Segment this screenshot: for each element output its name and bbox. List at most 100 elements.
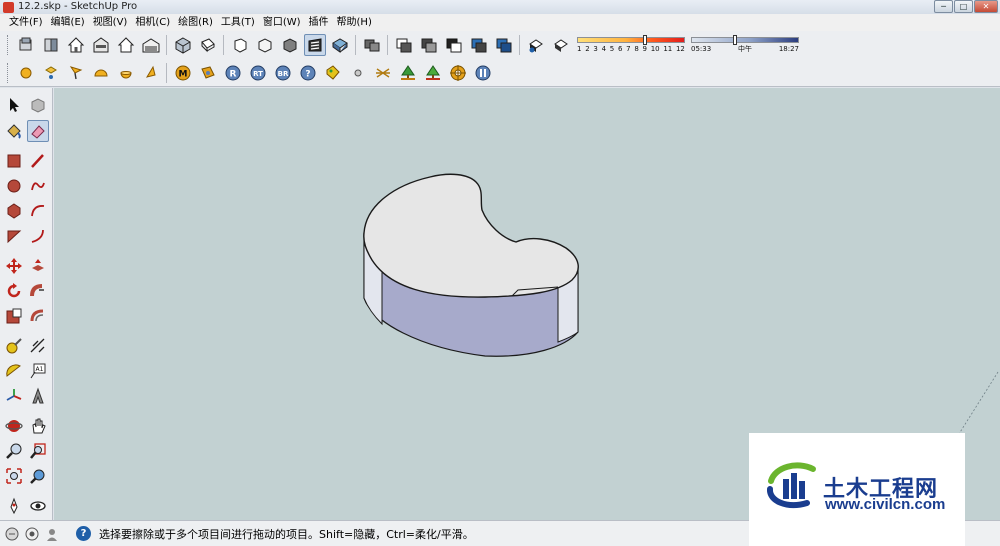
move-tool-icon[interactable] — [3, 255, 25, 277]
line-tool-icon[interactable] — [27, 150, 49, 172]
dot-icon[interactable] — [347, 62, 369, 84]
text-tool-icon[interactable]: A1 — [27, 360, 49, 382]
tree-2-icon[interactable] — [422, 62, 444, 84]
toolbar-grip[interactable] — [7, 35, 10, 55]
share-model-icon[interactable] — [40, 34, 62, 56]
half-sphere-icon[interactable] — [115, 62, 137, 84]
br-plugin-icon[interactable]: BR — [272, 62, 294, 84]
menu-view[interactable]: 视图(V) — [89, 14, 132, 31]
offset-tool-icon[interactable] — [27, 305, 49, 327]
sphere-icon[interactable] — [15, 62, 37, 84]
help-plugin-icon[interactable]: ? — [297, 62, 319, 84]
3d-text-tool-icon[interactable] — [27, 385, 49, 407]
shadows-icon[interactable] — [525, 34, 547, 56]
svg-text:A1: A1 — [36, 366, 44, 373]
section-plane-icon[interactable] — [468, 34, 490, 56]
menu-edit[interactable]: 编辑(E) — [47, 14, 89, 31]
back-view-icon[interactable] — [279, 34, 301, 56]
menu-tools[interactable]: 工具(T) — [217, 14, 259, 31]
xray-icon[interactable] — [361, 34, 383, 56]
house-outline-icon[interactable] — [115, 34, 137, 56]
rt-plugin-icon[interactable]: RT — [247, 62, 269, 84]
shaded-texture-icon[interactable] — [418, 34, 440, 56]
flag-icon[interactable] — [65, 62, 87, 84]
pause-icon[interactable] — [472, 62, 494, 84]
month-tick: 3 — [593, 45, 598, 53]
select-tool-icon[interactable] — [3, 94, 25, 116]
zoom-extents-tool-icon[interactable] — [3, 465, 25, 487]
position-camera-tool-icon[interactable] — [3, 495, 25, 517]
menu-file[interactable]: 文件(F) — [5, 14, 47, 31]
time-slider[interactable]: 05:33 中午 18:27 — [691, 35, 799, 55]
push-pull-tool-icon[interactable] — [27, 255, 49, 277]
time-slider-track[interactable] — [691, 37, 799, 43]
iso-view-icon[interactable] — [172, 34, 194, 56]
kidney-top-face[interactable] — [363, 173, 579, 298]
close-button[interactable]: ✕ — [974, 0, 998, 13]
circle-tool-icon[interactable] — [3, 175, 25, 197]
minimize-button[interactable]: ─ — [934, 0, 953, 13]
credits-icon[interactable] — [24, 526, 40, 542]
menu-camera[interactable]: 相机(C) — [131, 14, 174, 31]
cone-icon[interactable] — [140, 62, 162, 84]
rotate-tool-icon[interactable] — [3, 280, 25, 302]
arc-2-tool-icon[interactable] — [27, 225, 49, 247]
geo-location-icon[interactable] — [4, 526, 20, 542]
time-slider-thumb[interactable] — [733, 35, 737, 45]
building-icon[interactable] — [90, 34, 112, 56]
dome-icon[interactable] — [90, 62, 112, 84]
eraser-tool-icon[interactable] — [27, 120, 49, 142]
user-icon[interactable] — [44, 526, 60, 542]
month-slider-thumb[interactable] — [643, 35, 647, 45]
toolbar-grip[interactable] — [7, 63, 10, 83]
menu-window[interactable]: 窗口(W) — [259, 14, 305, 31]
hidden-line-icon[interactable] — [303, 34, 326, 56]
target-icon[interactable] — [447, 62, 469, 84]
maximize-button[interactable]: □ — [954, 0, 973, 13]
front-view-icon[interactable] — [229, 34, 251, 56]
fog-icon[interactable] — [550, 34, 572, 56]
right-view-icon[interactable] — [254, 34, 276, 56]
zoom-window-tool-icon[interactable] — [27, 440, 49, 462]
house-icon[interactable] — [65, 34, 87, 56]
rectangle-tool-icon[interactable] — [3, 150, 25, 172]
month-slider-track[interactable] — [577, 37, 685, 43]
zoom-tool-icon[interactable] — [3, 440, 25, 462]
warehouse-icon[interactable] — [140, 34, 162, 56]
protractor-tool-icon[interactable] — [3, 360, 25, 382]
menu-plugins[interactable]: 插件 — [305, 14, 333, 31]
cross-lines-icon[interactable] — [372, 62, 394, 84]
look-around-tool-icon[interactable] — [27, 495, 49, 517]
make-component-tool-icon[interactable] — [27, 94, 49, 116]
r-plugin-icon[interactable]: R — [222, 62, 244, 84]
monochrome-icon[interactable] — [443, 34, 465, 56]
top-view-icon[interactable] — [197, 34, 219, 56]
axes-tool-icon[interactable] — [3, 385, 25, 407]
help-icon[interactable]: ? — [76, 526, 91, 541]
menu-draw[interactable]: 绘图(R) — [174, 14, 217, 31]
scale-tool-icon[interactable] — [3, 305, 25, 327]
freehand-tool-icon[interactable] — [27, 175, 49, 197]
pan-tool-icon[interactable] — [27, 415, 49, 437]
shaded-icon[interactable] — [329, 34, 351, 56]
paint-bucket-tool-icon[interactable] — [3, 120, 25, 142]
tape-measure-tool-icon[interactable] — [3, 335, 25, 357]
arc-tool-icon[interactable] — [27, 200, 49, 222]
dimension-tool-icon[interactable] — [27, 335, 49, 357]
follow-me-tool-icon[interactable] — [27, 280, 49, 302]
previous-view-tool-icon[interactable] — [27, 465, 49, 487]
section-cuts-icon[interactable] — [493, 34, 515, 56]
sun-point-icon[interactable] — [40, 62, 62, 84]
orbit-tool-icon[interactable] — [3, 415, 25, 437]
polygon-2-tool-icon[interactable] — [3, 225, 25, 247]
noon-label: 中午 — [738, 45, 752, 53]
get-models-icon[interactable] — [15, 34, 37, 56]
menu-help[interactable]: 帮助(H) — [333, 14, 376, 31]
paint-roll-icon[interactable] — [197, 62, 219, 84]
tree-icon[interactable] — [397, 62, 419, 84]
m-plugin-icon[interactable]: M — [172, 62, 194, 84]
wireframe-icon[interactable] — [393, 34, 415, 56]
month-slider[interactable]: 1 2 3 4 5 6 7 8 9 10 11 12 — [577, 35, 685, 55]
polygon-tool-icon[interactable] — [3, 200, 25, 222]
tag-icon[interactable] — [322, 62, 344, 84]
